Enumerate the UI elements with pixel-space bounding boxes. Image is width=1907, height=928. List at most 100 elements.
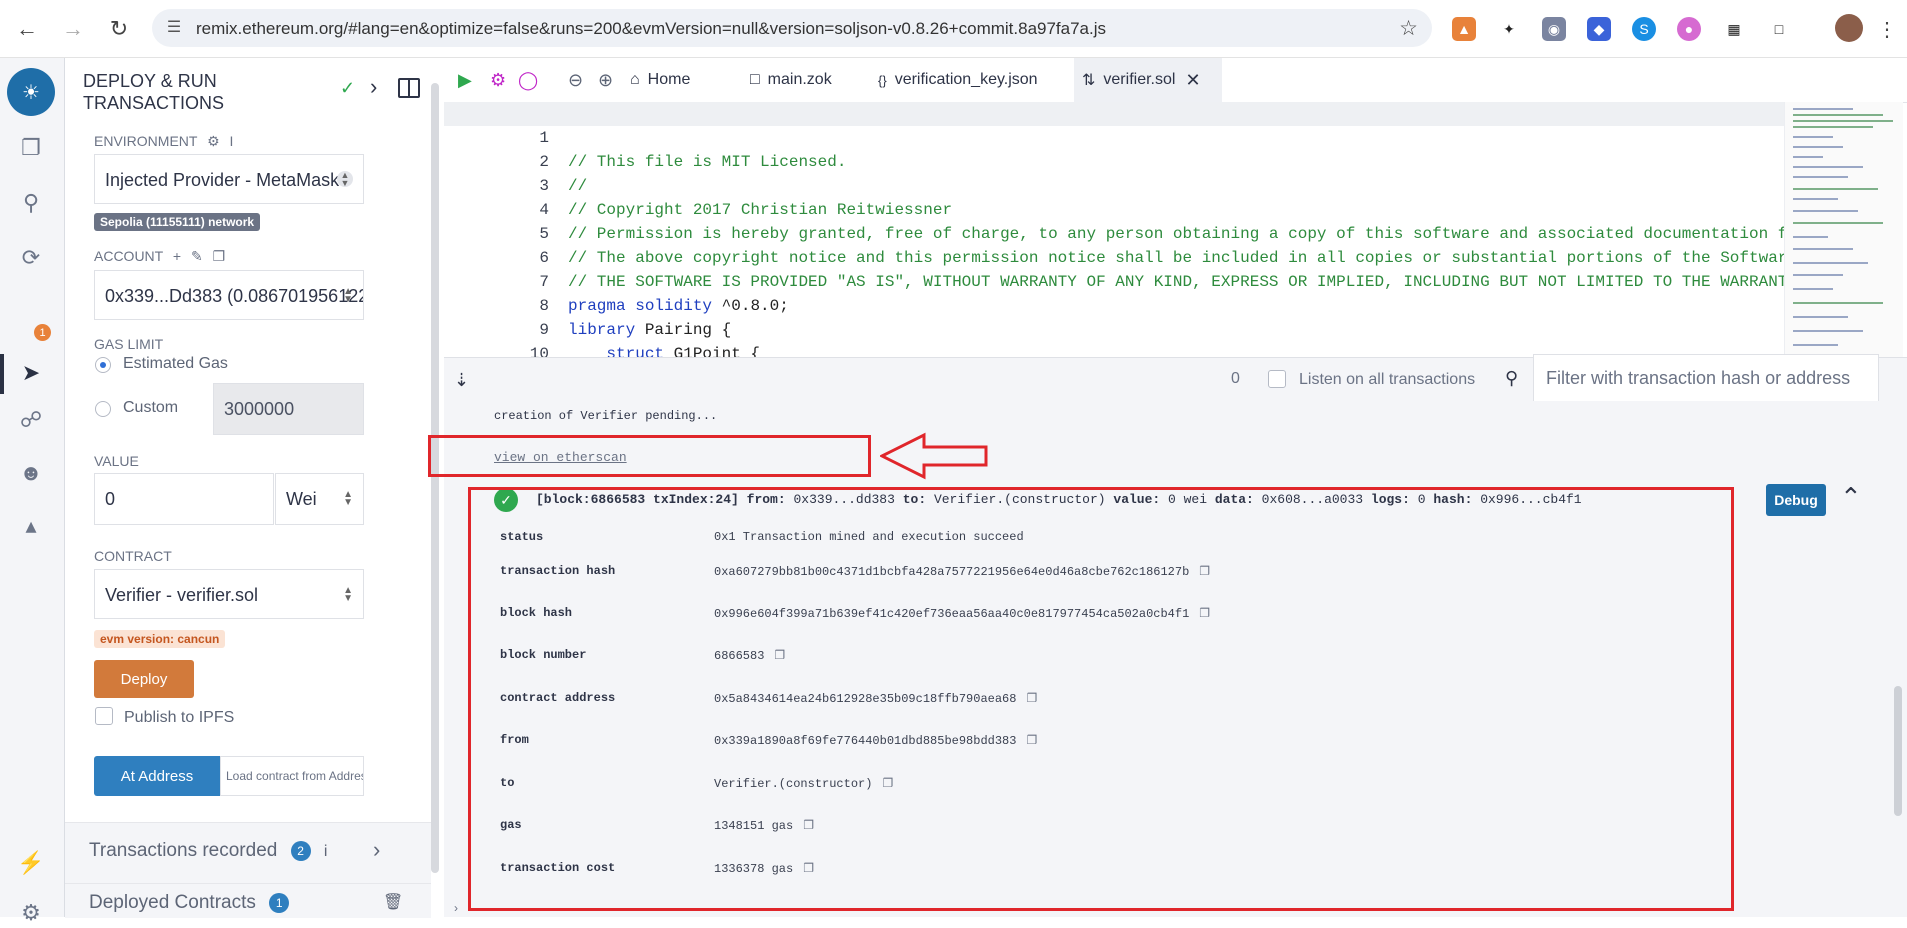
account-select[interactable]: 0x339...Dd383 (0.08670195612298 ▲ ▼ — [94, 270, 364, 320]
estimated-gas-radio[interactable] — [95, 357, 111, 373]
value-label: VALUE — [94, 453, 139, 469]
remix-logo-icon[interactable]: ☀ — [7, 68, 55, 116]
environment-label: ENVIRONMENT — [94, 133, 198, 149]
transactions-recorded-row[interactable]: Transactions recorded 2 i › — [65, 822, 431, 883]
tab-main-zok-label: main.zok — [767, 71, 832, 88]
estimated-gas-label: Estimated Gas — [123, 355, 228, 372]
site-settings-icon[interactable]: ☰ — [164, 18, 184, 38]
deploy-run-panel: DEPLOY & RUN TRANSACTIONS ✓ › ENVIRONMEN… — [65, 58, 439, 918]
search-icon[interactable]: ⚲ — [16, 188, 46, 218]
plugin-manager-icon[interactable]: ⚡ — [16, 848, 46, 878]
transaction-filter-input[interactable]: Filter with transaction hash or address — [1533, 354, 1879, 402]
transactions-recorded-title: Transactions recorded 2 i — [89, 840, 327, 862]
address-bar[interactable]: ☰ remix.ethereum.org/#lang=en&optimize=f… — [152, 9, 1432, 47]
edit-icon[interactable]: ✎ — [191, 248, 203, 264]
contract-select[interactable]: Verifier - verifier.sol ▲ ▼ — [94, 569, 364, 619]
code-line: 2 // — [444, 126, 1784, 195]
value-input[interactable]: 0 — [94, 473, 274, 525]
contract-dropdown-icon: ▲ ▼ — [343, 585, 353, 604]
terminal-scrollbar[interactable] — [1894, 686, 1902, 816]
at-address-input[interactable]: Load contract from Address — [220, 756, 364, 796]
custom-gas-input[interactable]: 3000000 — [213, 383, 364, 435]
chevron-right-icon[interactable]: › — [454, 901, 458, 915]
debugger-icon[interactable]: ☻ — [16, 458, 46, 488]
zoom-out-icon[interactable]: ⊖ — [568, 70, 583, 91]
account-label-row: ACCOUNT + ✎ ❐ — [94, 248, 225, 265]
bookmark-star-icon[interactable]: ☆ — [1399, 16, 1418, 41]
json-icon: {} — [878, 72, 887, 88]
settings-gear-icon[interactable]: ⚙ — [16, 898, 46, 928]
value-unit-select[interactable]: Wei ▲ ▼ — [275, 473, 364, 525]
deploy-run-icon[interactable]: ➤ — [16, 358, 46, 388]
annotation-box-transaction — [468, 487, 1734, 911]
code-editor[interactable]: 1 // This file is MIT Licensed. 2 // 3 /… — [444, 102, 1784, 357]
tab-main-zok[interactable]: □ main.zok — [750, 58, 860, 102]
chevron-right-icon[interactable]: › — [370, 74, 377, 100]
code-minimap[interactable] — [1784, 102, 1903, 357]
zoom-in-icon[interactable]: ⊕ — [598, 70, 613, 91]
account-label: ACCOUNT — [94, 248, 163, 264]
deploy-button[interactable]: Deploy — [94, 660, 194, 698]
environment-dropdown-icon: ▲ ▼ — [337, 171, 353, 188]
collapse-tx-icon[interactable]: ⌃ — [1840, 482, 1862, 513]
menu-kebab-icon[interactable]: ⋮ — [1875, 17, 1899, 41]
debug-button[interactable]: Debug — [1766, 484, 1826, 516]
file-icon: □ — [750, 71, 760, 88]
code-line: 5 // The above copyright notice and this… — [444, 198, 1784, 267]
annotation-arrow — [880, 432, 988, 480]
code-line: 8 library Pairing { — [444, 270, 1784, 339]
shazam-extension-icon[interactable]: S — [1632, 17, 1656, 41]
collapse-terminal-icon[interactable]: ⇣ — [454, 370, 469, 391]
info-icon[interactable]: i — [230, 133, 234, 149]
reload-icon[interactable]: ↻ — [105, 15, 133, 43]
code-line: 3 // Copyright 2017 Christian Reitwiessn… — [444, 150, 1784, 219]
pending-message: creation of Verifier pending... — [494, 409, 718, 423]
publish-ipfs-checkbox[interactable] — [95, 707, 113, 725]
chevron-right-icon[interactable]: › — [373, 837, 380, 863]
extensions-puzzle-icon[interactable]: □ — [1767, 17, 1791, 41]
tab-home-label: Home — [647, 71, 691, 88]
copy-icon[interactable]: ❐ — [213, 248, 226, 264]
tab-verifier-sol[interactable]: ⇅ verifier.sol ✕ — [1074, 58, 1222, 102]
qr-code-icon[interactable]: ▦ — [1722, 17, 1746, 41]
metamask-extension-icon[interactable]: ▲ — [1452, 17, 1476, 41]
bird-extension-icon[interactable]: ✦ — [1497, 17, 1521, 41]
at-address-button[interactable]: At Address — [94, 756, 220, 796]
deployed-contracts-count: 1 — [269, 892, 290, 913]
tab-verification-key[interactable]: {} verification_key.json — [878, 58, 1058, 102]
tab-home[interactable]: ⌂ Home — [630, 58, 730, 102]
file-explorer-icon[interactable]: ❐ — [16, 133, 46, 163]
panel-scrollbar[interactable] — [431, 83, 439, 873]
tab-verifier-sol-label: verifier.sol — [1103, 71, 1176, 88]
profile-avatar[interactable] — [1835, 14, 1863, 42]
git-icon[interactable]: ☍ — [16, 405, 46, 435]
contract-value: Verifier - verifier.sol — [105, 585, 259, 605]
code-line: 6 // THE SOFTWARE IS PROVIDED "AS IS", W… — [444, 222, 1784, 291]
code-line: 10 uint X; — [444, 318, 1784, 357]
octopus-extension-icon[interactable]: ● — [1677, 17, 1701, 41]
search-icon[interactable]: ⚲ — [1505, 368, 1518, 389]
annotation-box-etherscan — [428, 435, 871, 477]
active-plugin-indicator — [0, 354, 4, 394]
graduation-extension-icon[interactable]: ◆ — [1587, 17, 1611, 41]
panel-layout-icon[interactable] — [398, 78, 420, 98]
add-account-icon[interactable]: + — [173, 248, 181, 264]
solidity-compiler-icon[interactable]: ⟳ — [16, 243, 46, 273]
environment-select[interactable]: Injected Provider - MetaMask ▲ ▼ — [94, 154, 364, 204]
forward-icon[interactable]: → — [59, 15, 87, 43]
ai-toggle-icon[interactable]: ◯ — [518, 70, 538, 91]
robot-extension-icon[interactable]: ◉ — [1542, 17, 1566, 41]
run-script-icon[interactable]: ▶ — [458, 70, 472, 91]
listen-all-checkbox[interactable] — [1268, 370, 1286, 388]
info-icon[interactable]: i — [324, 843, 328, 860]
custom-gas-radio[interactable] — [95, 401, 111, 417]
ai-robot-icon[interactable]: ⚙ — [490, 70, 506, 91]
back-icon[interactable]: ← — [13, 15, 41, 43]
home-icon: ⌂ — [630, 71, 640, 88]
learneth-hat-icon[interactable]: ▴ — [16, 511, 46, 541]
trash-icon[interactable]: 🗑 — [383, 892, 403, 912]
close-icon[interactable]: ✕ — [1185, 70, 1200, 91]
deployed-contracts-row[interactable]: Deployed Contracts 1 🗑 — [65, 883, 431, 918]
panel-title: DEPLOY & RUN TRANSACTIONS — [83, 71, 225, 113]
code-line: 9 struct G1Point { — [444, 294, 1784, 357]
